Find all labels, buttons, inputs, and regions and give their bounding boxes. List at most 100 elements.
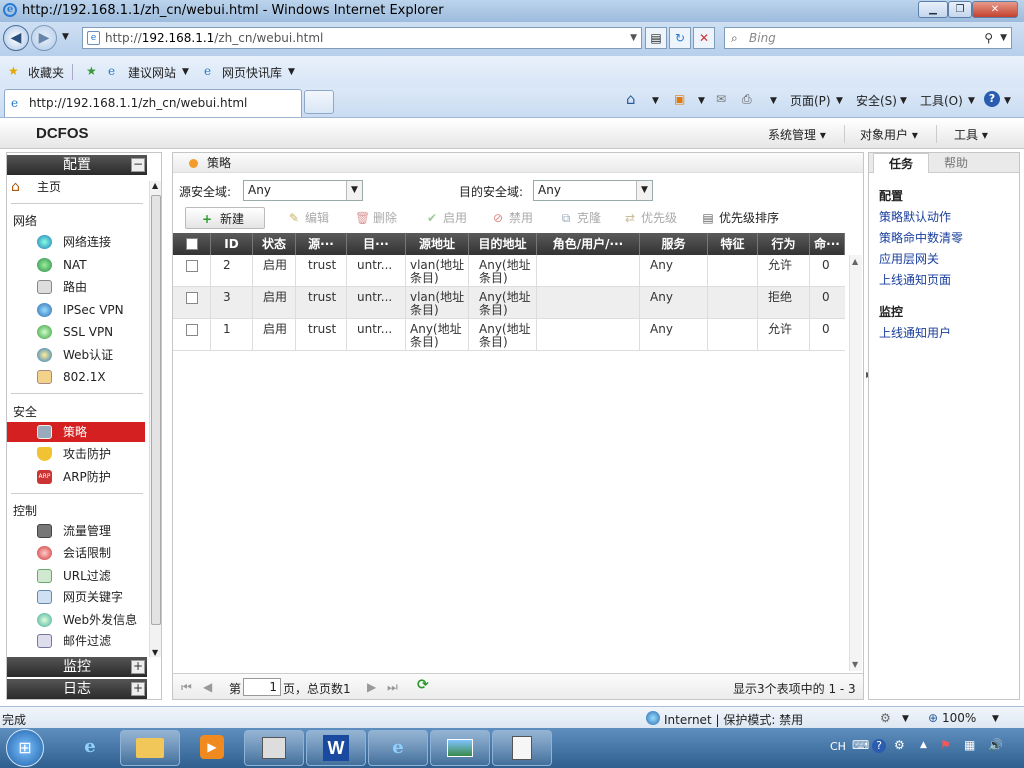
- chevron-down-icon[interactable]: ▼: [288, 67, 295, 77]
- sidebar-item-url-filter[interactable]: URL过滤: [7, 566, 145, 586]
- collapse-icon[interactable]: −: [131, 158, 145, 172]
- ime-icon[interactable]: ⌨: [852, 738, 869, 752]
- row-checkbox[interactable]: [186, 324, 198, 336]
- taskbar-ie-active-icon[interactable]: e: [368, 730, 428, 766]
- page-number-input[interactable]: 1: [243, 678, 281, 696]
- taskbar-picture-icon[interactable]: [430, 730, 490, 766]
- taskbar-ie-icon[interactable]: e: [60, 730, 120, 766]
- scroll-up-icon[interactable]: ▲: [152, 181, 158, 190]
- add-favorite-icon[interactable]: ★: [86, 64, 97, 78]
- sidebar-item-nat[interactable]: NAT: [7, 255, 145, 275]
- col-status[interactable]: 状态: [253, 233, 296, 255]
- chevron-down-icon[interactable]: ▼: [652, 96, 659, 106]
- delete-button[interactable]: 🗑 删除: [353, 207, 397, 229]
- tray-settings-icon[interactable]: ⚙: [894, 738, 905, 752]
- col-feature[interactable]: 特征: [708, 233, 758, 255]
- taskbar-wps-icon[interactable]: W: [306, 730, 366, 766]
- expand-icon[interactable]: +: [131, 682, 145, 696]
- sidebar-item-web-auth[interactable]: Web认证: [7, 345, 145, 365]
- sidebar-item-ssl-vpn[interactable]: SSL VPN: [7, 322, 145, 342]
- row-checkbox[interactable]: [186, 260, 198, 272]
- sidebar-item-mail-filter[interactable]: 邮件过滤: [7, 631, 145, 651]
- col-dst-zone[interactable]: 目···: [347, 233, 406, 255]
- chevron-down-icon[interactable]: ▼: [346, 181, 362, 200]
- new-tab-button[interactable]: [304, 90, 334, 114]
- close-window-button[interactable]: ✕: [972, 1, 1018, 18]
- last-page-icon[interactable]: ⏭: [387, 680, 398, 695]
- menu-tools[interactable]: 工具 ▾: [954, 126, 988, 143]
- action-center-icon[interactable]: ⚑: [940, 738, 951, 752]
- new-button[interactable]: + 新建: [185, 207, 265, 229]
- sidebar-item-traffic-management[interactable]: 流量管理: [7, 521, 145, 541]
- sidebar-item-network-connection[interactable]: 网络连接: [7, 232, 145, 252]
- search-icon[interactable]: ⚲: [984, 28, 993, 48]
- volume-icon[interactable]: 🔊: [988, 738, 1003, 752]
- link-alg[interactable]: 应用层网关: [879, 250, 939, 267]
- src-zone-select[interactable]: Any ▼: [243, 180, 363, 201]
- clone-button[interactable]: ⧉ 克隆: [557, 207, 601, 229]
- col-action[interactable]: 行为: [758, 233, 810, 255]
- help-icon[interactable]: ?: [984, 91, 1000, 107]
- scroll-down-icon[interactable]: ▼: [852, 660, 858, 669]
- chevron-down-icon[interactable]: ▼: [698, 96, 705, 106]
- start-button[interactable]: ⊞: [6, 729, 44, 767]
- sidebar-item-home[interactable]: ⌂ 主页: [7, 177, 145, 197]
- edit-button[interactable]: ✎ 编辑: [285, 207, 329, 229]
- dst-zone-select[interactable]: Any ▼: [533, 180, 653, 201]
- chevron-down-icon[interactable]: ▼: [968, 96, 975, 106]
- next-page-icon[interactable]: ▶: [367, 680, 376, 694]
- col-dst-addr[interactable]: 目的地址: [469, 233, 537, 255]
- chevron-down-icon[interactable]: ▼: [900, 96, 907, 106]
- chevron-down-icon[interactable]: ▼: [836, 96, 843, 106]
- first-page-icon[interactable]: ⏮: [181, 680, 192, 695]
- table-row[interactable]: 1 启用 trust untr... Any(地址条目) Any(地址条目) A…: [173, 319, 845, 351]
- favorites-button[interactable]: 收藏夹: [28, 64, 64, 81]
- prev-page-icon[interactable]: ◀: [203, 680, 212, 694]
- row-checkbox[interactable]: [186, 292, 198, 304]
- url-dropdown-icon[interactable]: ▼: [630, 28, 637, 48]
- chevron-down-icon[interactable]: ▼: [992, 714, 999, 724]
- stop-icon[interactable]: ✕: [693, 27, 715, 49]
- table-scrollbar[interactable]: ▲ ▼: [849, 255, 862, 671]
- table-row[interactable]: 2 启用 trust untr... vlan(地址条目) Any(地址条目) …: [173, 255, 845, 287]
- chevron-down-icon[interactable]: ▼: [770, 96, 777, 106]
- taskbar-media-icon[interactable]: ▶: [182, 730, 242, 766]
- sidebar-item-8021x[interactable]: 802.1X: [7, 367, 145, 387]
- col-service[interactable]: 服务: [640, 233, 708, 255]
- sidebar-config-header[interactable]: 配置 −: [7, 155, 147, 175]
- zoom-level[interactable]: 100%: [942, 711, 976, 725]
- search-input[interactable]: ⌕ Bing ⚲ ▼: [724, 27, 1012, 49]
- security-zone-text[interactable]: Internet | 保护模式: 禁用: [664, 711, 803, 728]
- col-src-addr[interactable]: 源地址: [406, 233, 469, 255]
- chevron-down-icon[interactable]: ▼: [636, 181, 652, 200]
- link-clear-hit-count[interactable]: 策略命中数清零: [879, 229, 963, 246]
- feeds-icon[interactable]: ▣: [674, 92, 685, 106]
- network-icon[interactable]: ▦: [964, 738, 975, 752]
- refresh-icon[interactable]: ⟳: [417, 677, 429, 693]
- sidebar-item-ipsec-vpn[interactable]: IPSec VPN: [7, 300, 145, 320]
- col-role-user[interactable]: 角色/用户/···: [537, 233, 640, 255]
- expand-icon[interactable]: +: [131, 660, 145, 674]
- webslice-gallery-link[interactable]: 网页快讯库: [222, 64, 282, 81]
- link-online-notify-page[interactable]: 上线通知页面: [879, 271, 951, 288]
- chevron-down-icon[interactable]: ▼: [1004, 96, 1011, 106]
- language-indicator[interactable]: CH: [830, 740, 846, 753]
- taskbar-explorer-icon[interactable]: [120, 730, 180, 766]
- menu-object-user[interactable]: 对象用户 ▾: [860, 126, 918, 143]
- disable-button[interactable]: ⊘ 禁用: [489, 207, 533, 229]
- chevron-down-icon[interactable]: ▼: [182, 67, 189, 77]
- settings-icon[interactable]: ⚙: [880, 711, 891, 725]
- tab-tasks[interactable]: 任务: [873, 153, 929, 173]
- search-dropdown-icon[interactable]: ▼: [1000, 28, 1007, 48]
- col-id[interactable]: ID: [211, 233, 253, 255]
- forward-button[interactable]: ▶: [31, 25, 57, 51]
- table-row[interactable]: 3 启用 trust untr... vlan(地址条目) Any(地址条目) …: [173, 287, 845, 319]
- history-dropdown-icon[interactable]: ▼: [62, 32, 69, 42]
- sidebar-item-routing[interactable]: 路由: [7, 277, 145, 297]
- taskbar-doc-icon[interactable]: [492, 730, 552, 766]
- taskbar-app-icon[interactable]: [244, 730, 304, 766]
- sidebar-item-web-outbound[interactable]: Web外发信息: [7, 610, 145, 630]
- select-all-checkbox[interactable]: [186, 238, 198, 250]
- browser-tab[interactable]: e http://192.168.1.1/zh_cn/webui.html: [4, 89, 302, 117]
- col-hits[interactable]: 命···: [810, 233, 845, 255]
